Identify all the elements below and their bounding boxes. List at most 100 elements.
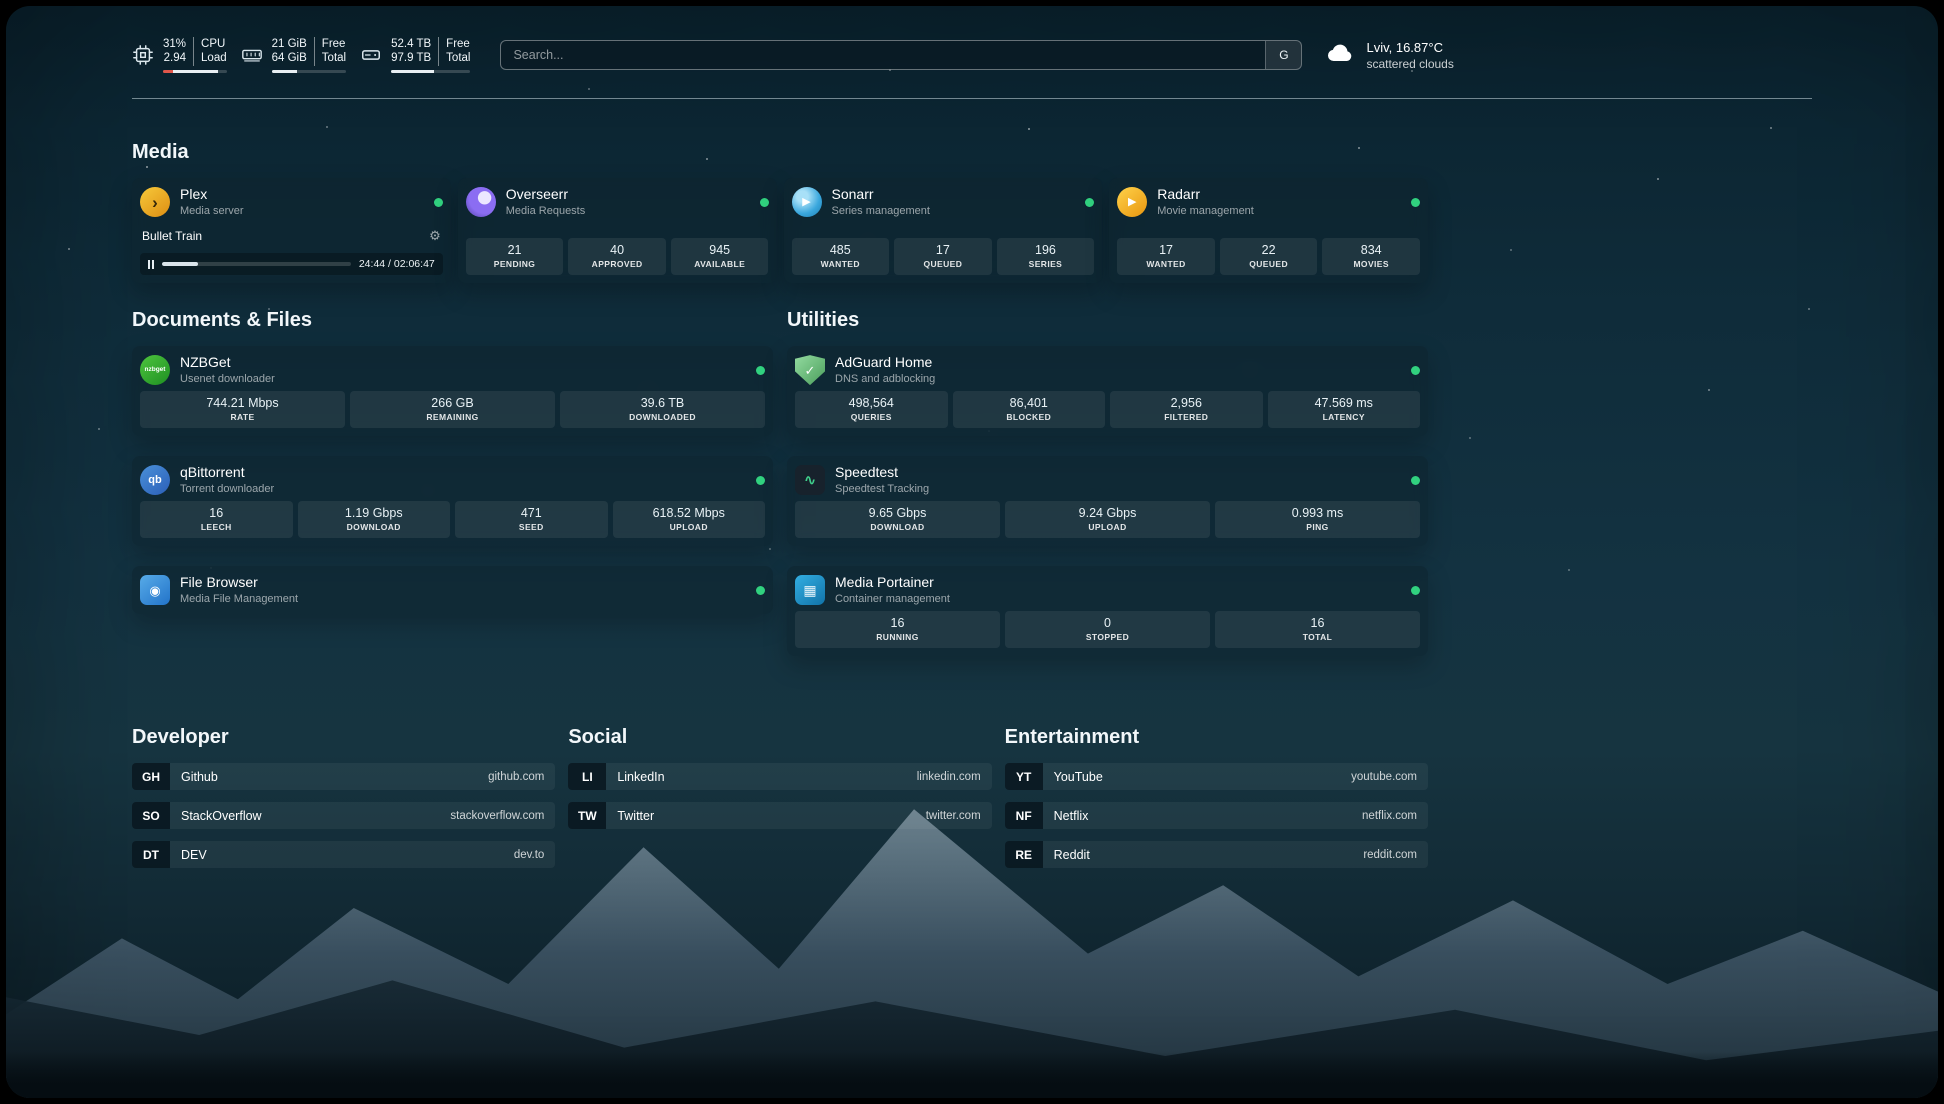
- system-widgets: 31%2.94CPULoad21 GiB64 GiBFreeTotal52.4 …: [132, 37, 470, 74]
- stat-label: DOWNLOADED: [562, 412, 763, 422]
- bookmark-name: DEV: [181, 848, 207, 862]
- stat-seed: 471SEED: [455, 501, 608, 539]
- now-playing-title: Bullet Train: [142, 229, 202, 243]
- bookmark-name: Github: [181, 770, 218, 784]
- pause-icon[interactable]: [148, 260, 154, 269]
- plex-card[interactable]: ›PlexMedia serverBullet Train⚙24:44 / 02…: [132, 178, 451, 283]
- status-indicator: [1085, 198, 1094, 207]
- nzbget-card[interactable]: nzbgetNZBGetUsenet downloader744.21 Mbps…: [132, 346, 773, 436]
- bookmark-abbreviation: TW: [568, 802, 606, 829]
- overseerr-card[interactable]: OverseerrMedia Requests21PENDING40APPROV…: [458, 178, 777, 283]
- bookmark-github[interactable]: GHGithubgithub.com: [132, 763, 555, 790]
- stat-wanted: 17WANTED: [1117, 238, 1215, 276]
- bookmark-url: youtube.com: [1351, 771, 1417, 783]
- service-description: Media server: [180, 205, 244, 219]
- nzbget-icon: nzbget: [140, 355, 170, 385]
- stat-blocked: 86,401BLOCKED: [953, 391, 1106, 429]
- service-name: Radarr: [1157, 186, 1254, 204]
- weather-text: Lviv, 16.87°C scattered clouds: [1366, 40, 1453, 71]
- documents-cards: nzbgetNZBGetUsenet downloader744.21 Mbps…: [132, 346, 773, 614]
- sys-value: 2.94: [164, 51, 186, 66]
- playback-progress-bar[interactable]: [162, 262, 351, 266]
- bookmark-dev[interactable]: DTDEVdev.to: [132, 841, 555, 868]
- sys-label: Total: [322, 51, 346, 66]
- bookmark-stackoverflow[interactable]: SOStackOverflowstackoverflow.com: [132, 802, 555, 829]
- stat-label: PING: [1217, 522, 1418, 532]
- plex-icon: ›: [140, 187, 170, 217]
- stat-value: 21: [468, 243, 562, 257]
- media-portainer-card[interactable]: ▦Media PortainerContainer management16RU…: [787, 566, 1428, 656]
- stat-wanted: 485WANTED: [792, 238, 890, 276]
- stat-value: 40: [570, 243, 664, 257]
- stat-queries: 498,564QUERIES: [795, 391, 948, 429]
- stat-value: 17: [896, 243, 990, 257]
- bookmark-url: twitter.com: [926, 810, 981, 822]
- service-name: Media Portainer: [835, 574, 950, 592]
- stat-queued: 22QUEUED: [1220, 238, 1318, 276]
- stat-label: DOWNLOAD: [300, 522, 449, 532]
- stat-label: TOTAL: [1217, 632, 1418, 642]
- search-input[interactable]: [501, 41, 1265, 69]
- stat-value: 39.6 TB: [562, 396, 763, 410]
- qbittorrent-card[interactable]: qbqBittorrentTorrent downloader16LEECH1.…: [132, 456, 773, 546]
- stat-label: QUERIES: [797, 412, 946, 422]
- stat-value: 618.52 Mbps: [615, 506, 764, 520]
- bookmark-reddit[interactable]: RERedditreddit.com: [1005, 841, 1428, 868]
- speedtest-card[interactable]: ∿SpeedtestSpeedtest Tracking9.65 GbpsDOW…: [787, 456, 1428, 546]
- bookmark-group-title: Developer: [132, 726, 555, 749]
- topbar-divider: [132, 98, 1812, 99]
- qbittorrent-icon: qb: [140, 465, 170, 495]
- bookmark-linkedin[interactable]: LILinkedInlinkedin.com: [568, 763, 991, 790]
- search-provider-button[interactable]: G: [1265, 41, 1301, 69]
- service-description: Media File Management: [180, 593, 298, 607]
- bookmark-group-title: Social: [568, 726, 991, 749]
- bookmark-name: Reddit: [1054, 848, 1090, 862]
- disk-widget: 52.4 TB97.9 TBFreeTotal: [360, 37, 470, 74]
- stat-value: 196: [999, 243, 1093, 257]
- file-browser-card[interactable]: ◉File BrowserMedia File Management: [132, 566, 773, 614]
- service-name: Overseerr: [506, 186, 586, 204]
- stat-value: 266 GB: [352, 396, 553, 410]
- stat-download: 9.65 GbpsDOWNLOAD: [795, 501, 1000, 539]
- bookmark-netflix[interactable]: NFNetflixnetflix.com: [1005, 802, 1428, 829]
- section-documents: Documents & Files nzbgetNZBGetUsenet dow…: [132, 309, 773, 676]
- stat-value: 16: [142, 506, 291, 520]
- bookmark-url: dev.to: [514, 849, 544, 861]
- status-indicator: [760, 198, 769, 207]
- stat-label: LATENCY: [1270, 412, 1419, 422]
- section-title-media: Media: [132, 141, 1812, 164]
- sys-label: Free: [322, 37, 346, 52]
- stat-value: 22: [1222, 243, 1316, 257]
- bookmark-abbreviation: YT: [1005, 763, 1043, 790]
- bookmark-youtube[interactable]: YTYouTubeyoutube.com: [1005, 763, 1428, 790]
- usage-bar: [163, 70, 227, 74]
- stat-stopped: 0STOPPED: [1005, 611, 1210, 649]
- stat-movies: 834MOVIES: [1322, 238, 1420, 276]
- media-cards: ›PlexMedia serverBullet Train⚙24:44 / 02…: [132, 178, 1428, 283]
- service-name: AdGuard Home: [835, 354, 935, 372]
- stat-label: PENDING: [468, 259, 562, 269]
- stat-series: 196 SERIES: [997, 238, 1095, 276]
- bookmark-name: LinkedIn: [617, 770, 664, 784]
- stat-label: LEECH: [142, 522, 291, 532]
- radarr-card[interactable]: ▶RadarrMovie management17WANTED22QUEUED8…: [1109, 178, 1428, 283]
- speedtest-icon: ∿: [795, 465, 825, 495]
- stat-label: BLOCKED: [955, 412, 1104, 422]
- gear-icon[interactable]: ⚙: [429, 228, 441, 244]
- ram-widget: 21 GiB64 GiBFreeTotal: [241, 37, 346, 74]
- status-indicator: [1411, 198, 1420, 207]
- stat-value: 744.21 Mbps: [142, 396, 343, 410]
- service-description: Media Requests: [506, 205, 586, 219]
- status-indicator: [1411, 366, 1420, 375]
- utilities-cards: ✓AdGuard HomeDNS and adblocking498,564QU…: [787, 346, 1428, 656]
- overseerr-icon: [466, 187, 496, 217]
- sonarr-card[interactable]: ▶SonarrSeries management485WANTED17QUEUE…: [784, 178, 1103, 283]
- bookmark-twitter[interactable]: TW Twitter twitter.com: [568, 802, 991, 829]
- usage-bar: [391, 70, 470, 74]
- dashboard-content: 31%2.94CPULoad21 GiB64 GiBFreeTotal52.4 …: [6, 6, 1938, 1098]
- bookmark-name: Twitter: [617, 809, 654, 823]
- adguard-home-card[interactable]: ✓AdGuard HomeDNS and adblocking498,564QU…: [787, 346, 1428, 436]
- stat-ping: 0.993 msPING: [1215, 501, 1420, 539]
- stat-label: SERIES: [999, 259, 1093, 269]
- weather-location: Lviv, 16.87°C: [1366, 40, 1453, 55]
